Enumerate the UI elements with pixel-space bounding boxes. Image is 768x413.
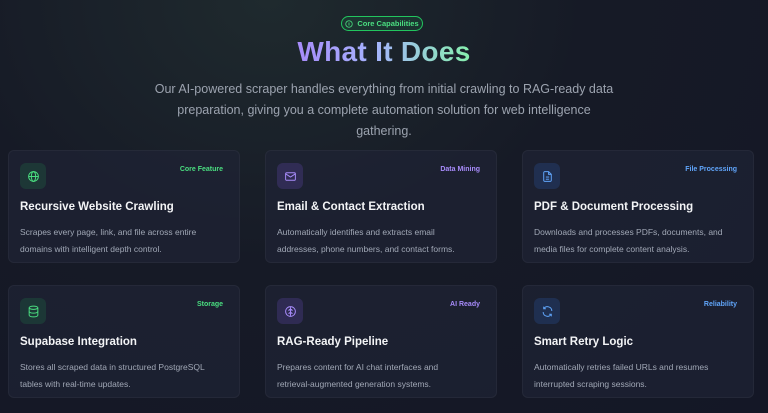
card-icon-box xyxy=(534,163,560,189)
card-title: RAG-Ready Pipeline xyxy=(277,336,389,348)
card-description: Scrapes every page, link, and file acros… xyxy=(20,227,197,254)
card-description: Stores all scraped data in structured Po… xyxy=(20,362,205,389)
card-description: Automatically identifies and extracts em… xyxy=(277,227,455,254)
database-icon xyxy=(28,305,38,317)
card-tag: Reliability xyxy=(703,301,737,308)
card-tag: File Processing xyxy=(685,166,737,173)
feature-card-supabase-integration: Storage Supabase Integration Stores all … xyxy=(8,285,240,398)
card-tag: AI Ready xyxy=(450,301,480,308)
card-title: Smart Retry Logic xyxy=(534,336,634,348)
card-icon-box xyxy=(20,298,46,324)
feature-card-email-extraction: Data Mining Email & Contact Extraction A… xyxy=(265,150,497,263)
refresh-icon xyxy=(542,305,552,317)
feature-card-pdf-processing: File Processing PDF & Document Processin… xyxy=(522,150,754,263)
mail-icon xyxy=(284,171,296,181)
card-tag: Storage xyxy=(196,301,223,308)
core-capabilities-badge: Core Capabilities xyxy=(341,16,423,31)
brain-icon xyxy=(284,305,296,317)
card-title: Supabase Integration xyxy=(20,336,137,348)
feature-card-smart-retry: Reliability Smart Retry Logic Automatica… xyxy=(522,285,754,398)
card-icon-box xyxy=(20,163,46,189)
card-tag: Data Mining xyxy=(440,166,480,173)
feature-card-recursive-crawling: Core Feature Recursive Website Crawling … xyxy=(8,150,240,263)
info-circle-icon xyxy=(345,19,354,28)
globe-icon xyxy=(27,170,39,182)
card-title: Email & Contact Extraction xyxy=(277,201,425,213)
file-text-icon xyxy=(542,170,552,182)
section-title: What It Does xyxy=(297,36,471,67)
card-title: Recursive Website Crawling xyxy=(20,201,174,213)
card-icon-box xyxy=(534,298,560,324)
card-icon-box xyxy=(277,298,303,324)
badge-label: Core Capabilities xyxy=(357,19,419,28)
card-icon-box xyxy=(277,163,303,189)
card-title: PDF & Document Processing xyxy=(534,201,694,213)
card-tag: Core Feature xyxy=(179,166,223,173)
section-subtitle: Our AI-powered scraper handles everythin… xyxy=(154,82,614,138)
card-description: Prepares content for AI chat interfaces … xyxy=(277,362,439,389)
card-description: Automatically retries failed URLs and re… xyxy=(534,362,709,389)
card-description: Downloads and processes PDFs, documents,… xyxy=(534,227,723,254)
feature-card-rag-pipeline: AI Ready RAG-Ready Pipeline Prepares con… xyxy=(265,285,497,398)
